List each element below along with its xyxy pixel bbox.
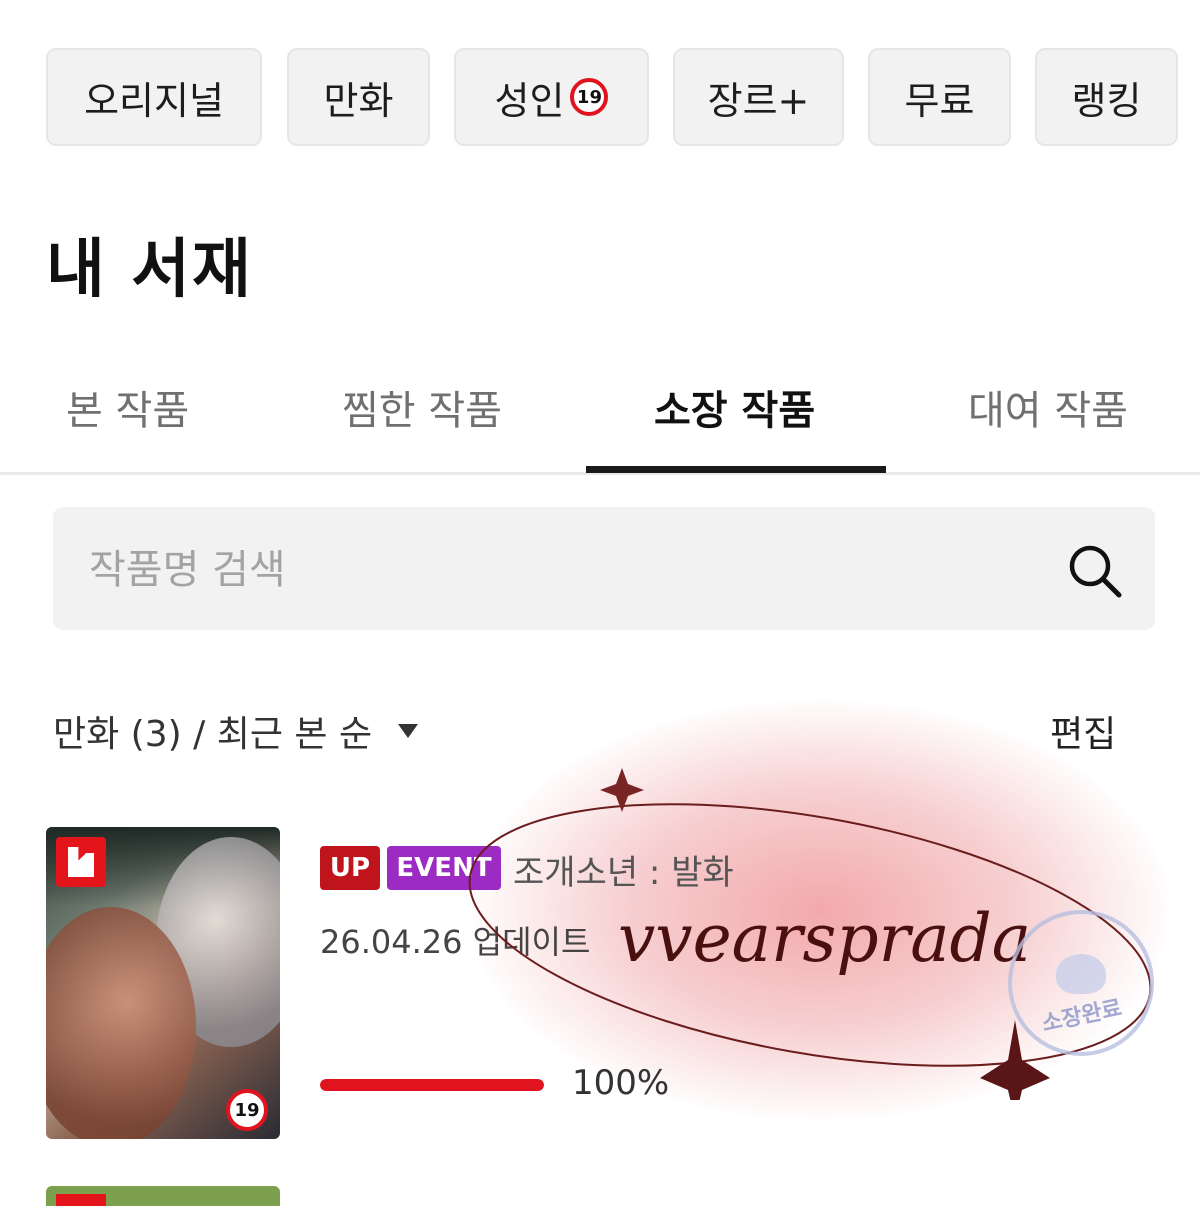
owned-stamp: 소장완료 bbox=[1008, 910, 1154, 1056]
up-tag: UP bbox=[320, 846, 380, 890]
category-comic[interactable]: 만화 bbox=[287, 48, 430, 146]
chevron-down-icon bbox=[398, 724, 419, 738]
search-icon[interactable] bbox=[1066, 542, 1124, 600]
progress-fill bbox=[320, 1079, 544, 1091]
tab-wishlist[interactable]: 찜한 작품 bbox=[342, 378, 502, 436]
category-label: 만화 bbox=[323, 78, 394, 123]
edit-button[interactable]: 편집 bbox=[1050, 705, 1116, 757]
sort-dropdown[interactable]: 만화 (3) / 최근 본 순 bbox=[53, 705, 419, 757]
search-box bbox=[53, 507, 1155, 630]
book-cover[interactable]: 19 bbox=[46, 827, 280, 1139]
reading-progress-bar bbox=[320, 1079, 544, 1091]
sort-label: 만화 (3) / 최근 본 순 bbox=[53, 714, 373, 755]
category-label: 성인 bbox=[494, 78, 565, 123]
category-genre-plus[interactable]: 장르+ bbox=[673, 48, 844, 146]
category-adult[interactable]: 성인 19 bbox=[454, 48, 649, 146]
face-icon bbox=[1056, 954, 1106, 994]
update-date: 26.04.26 업데이트 bbox=[320, 923, 591, 961]
category-free[interactable]: 무료 bbox=[868, 48, 1011, 146]
watermark-signature: vvearsprada bbox=[618, 900, 1032, 977]
book-cover[interactable] bbox=[46, 1186, 280, 1206]
stamp-text: 소장완료 bbox=[1039, 995, 1124, 1038]
tab-viewed[interactable]: 본 작품 bbox=[66, 378, 189, 436]
category-bar: 오리지널 만화 성인 19 장르+ 무료 랭킹 bbox=[0, 0, 1200, 170]
active-tab-indicator bbox=[586, 466, 886, 473]
category-label: 랭킹 bbox=[1071, 78, 1142, 123]
tab-owned[interactable]: 소장 작품 bbox=[654, 378, 815, 436]
category-label: 무료 bbox=[904, 78, 975, 123]
category-label: 장르+ bbox=[707, 78, 810, 123]
book-title[interactable]: 조개소년 : 발화 bbox=[513, 845, 734, 894]
event-tag: EVENT bbox=[387, 846, 501, 890]
sparkle-icon bbox=[600, 768, 644, 812]
tab-rented[interactable]: 대여 작품 bbox=[968, 378, 1128, 436]
library-tabs: 본 작품 찜한 작품 소장 작품 대여 작품 bbox=[0, 360, 1200, 475]
category-original[interactable]: 오리지널 bbox=[46, 48, 262, 146]
age-19-badge: 19 bbox=[226, 1089, 268, 1131]
search-input[interactable] bbox=[87, 531, 991, 609]
page-title: 내 서재 bbox=[46, 233, 253, 307]
kakao-logo-icon bbox=[56, 837, 106, 887]
category-ranking[interactable]: 랭킹 bbox=[1035, 48, 1178, 146]
category-label: 오리지널 bbox=[84, 78, 224, 123]
age-19-badge: 19 bbox=[570, 78, 609, 116]
progress-label: 100% bbox=[572, 1063, 670, 1103]
